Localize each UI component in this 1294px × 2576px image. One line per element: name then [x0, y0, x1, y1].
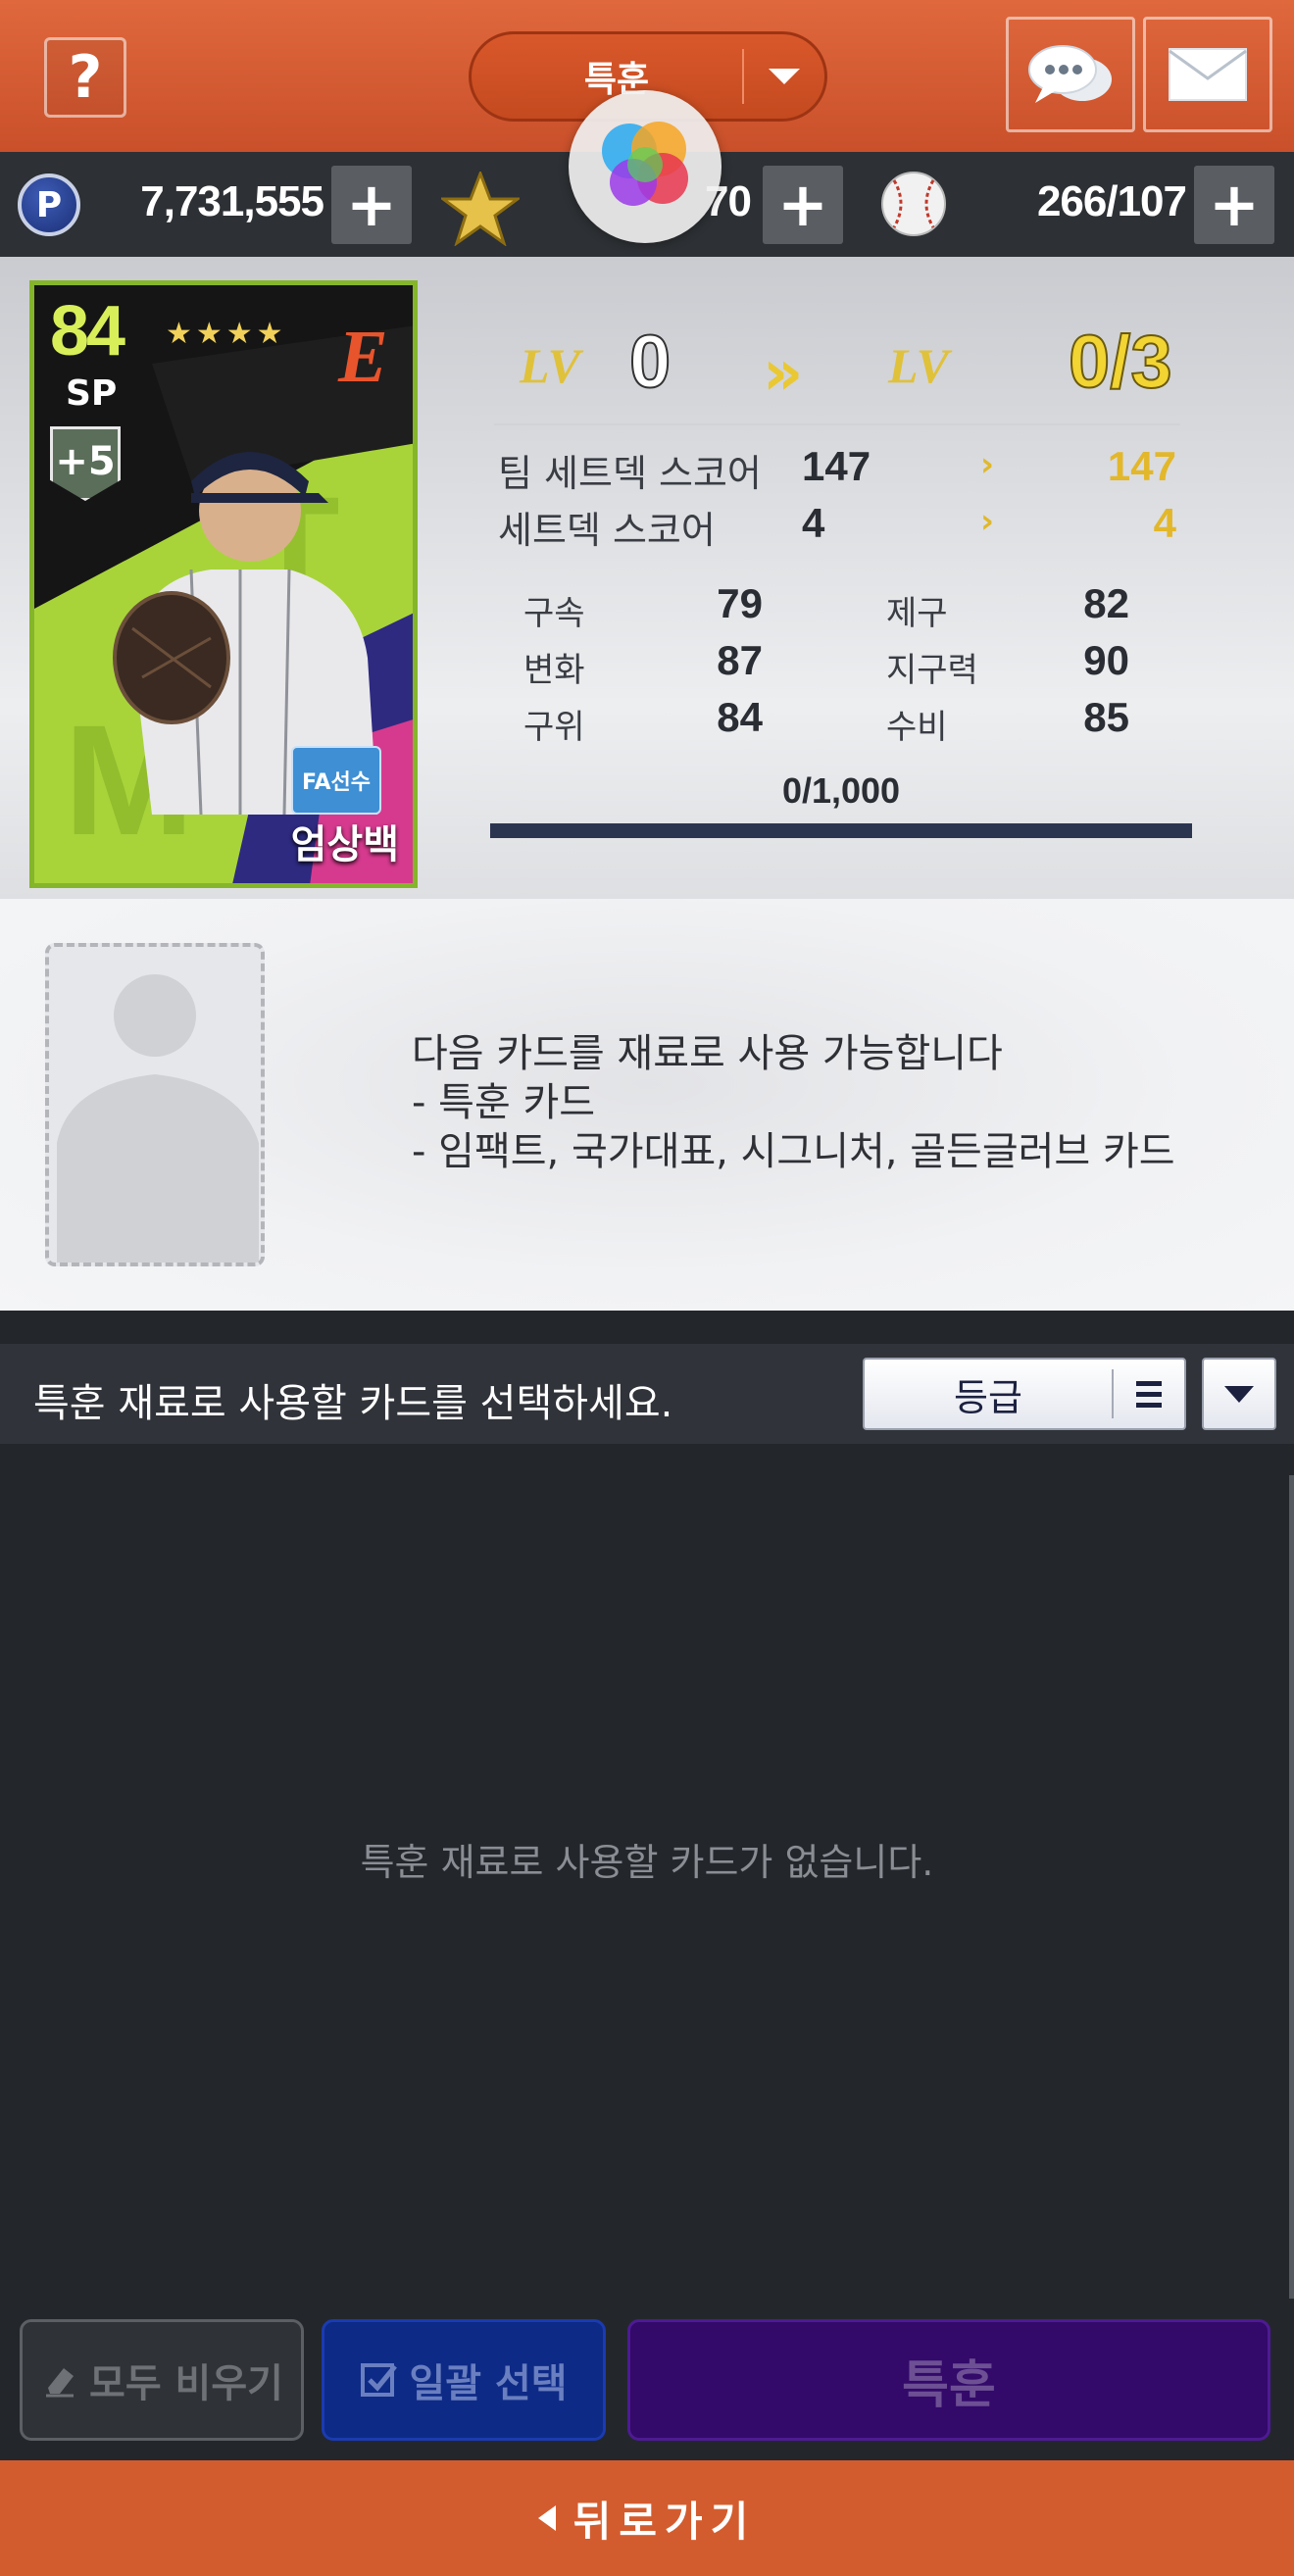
stat-label-movement: 변화: [523, 651, 585, 690]
eraser-icon: [46, 2368, 75, 2398]
material-desc-line: - 특훈 카드: [412, 1080, 596, 1125]
player-name: 엄상백: [290, 822, 399, 867]
card-position: SP: [66, 373, 118, 414]
card-stars: ★★★★: [166, 317, 287, 351]
level-next: 0/3: [1068, 320, 1173, 405]
sort-label: 등급: [954, 1375, 1022, 1419]
material-desc-line: 다음 카드를 재료로 사용 가능합니다: [412, 1031, 1003, 1076]
exp-progress-bar: [490, 823, 1192, 838]
mail-icon: [1169, 48, 1247, 101]
mail-button[interactable]: [1143, 17, 1272, 132]
setdeck-next: 4: [1153, 500, 1176, 546]
footer-bar: 뒤로가기: [0, 2460, 1294, 2576]
back-button[interactable]: 뒤로가기: [0, 2460, 1294, 2576]
chat-button[interactable]: [1006, 17, 1135, 132]
stat-value-velocity: 79: [717, 580, 763, 626]
stat-value-stuff: 84: [717, 694, 763, 740]
back-arrow-icon: [537, 2505, 556, 2531]
exp-progress-text: 0/1,000: [781, 770, 901, 811]
empty-player-silhouette-icon: [57, 974, 259, 1263]
select-hint-text: 특훈 재료로 사용할 카드를 선택하세요.: [33, 1381, 673, 1426]
score-arrow-icon: ›: [980, 445, 995, 484]
chevron-down-icon: [1224, 1385, 1254, 1403]
material-card-list[interactable]: 특훈 재료로 사용할 카드가 없습니다.: [0, 1444, 1294, 2304]
action-bar: 모두 비우기 일괄 선택 특훈: [0, 2304, 1294, 2460]
colorful-bubble-icon: [602, 122, 688, 206]
baseball-icon: [881, 172, 946, 236]
material-slot[interactable]: [45, 943, 265, 1266]
back-label: 뒤로가기: [572, 2497, 757, 2546]
train-button[interactable]: 특훈: [627, 2319, 1270, 2441]
add-stars-button[interactable]: +: [763, 166, 843, 244]
lv-next-tag: LV: [888, 338, 950, 393]
stat-value-defense: 85: [1083, 694, 1129, 740]
stat-label-stamina: 지구력: [886, 651, 978, 690]
sort-dropdown[interactable]: 등급: [863, 1358, 1186, 1430]
stat-value-movement: 87: [717, 637, 763, 683]
fa-badge: FA선수: [291, 746, 381, 815]
level-divider: [494, 423, 1180, 425]
stat-label-defense: 수비: [886, 708, 948, 747]
team-setdeck-next: 147: [1107, 443, 1176, 489]
bulk-select-button[interactable]: 일괄 선택: [322, 2319, 606, 2441]
list-icon: [1114, 1380, 1184, 1408]
team-logo: E: [338, 316, 388, 398]
chevron-down-icon: [744, 69, 824, 84]
floating-assistant-bubble[interactable]: [569, 90, 722, 243]
point-coin-icon: P: [18, 173, 80, 236]
points-value: 7,731,555: [140, 177, 324, 225]
material-desc-line: - 임팩트, 국가대표, 시그니처, 골든글러브 카드: [412, 1129, 1175, 1174]
level-arrow-icon: »: [763, 337, 804, 410]
sort-direction-button[interactable]: [1202, 1358, 1276, 1430]
clear-all-label: 모두 비우기: [89, 2361, 283, 2406]
help-button[interactable]: ?: [44, 37, 126, 118]
bulk-select-label: 일괄 선택: [409, 2361, 568, 2406]
card-overall: 84: [50, 292, 125, 371]
add-balls-button[interactable]: +: [1194, 166, 1274, 244]
stat-value-control: 82: [1083, 580, 1129, 626]
stat-label-control: 제구: [886, 594, 948, 633]
chat-icon: [1028, 45, 1112, 103]
material-panel: 다음 카드를 재료로 사용 가능합니다 - 특훈 카드 - 임팩트, 국가대표,…: [0, 899, 1294, 1311]
player-panel: M T 84 SP ★★★★ +5 E FA선수 엄상백 LV 0 » LV 0…: [0, 257, 1294, 899]
stat-label-stuff: 구위: [523, 708, 585, 747]
level-current: 0: [628, 320, 672, 405]
score-arrow-icon: ›: [980, 502, 995, 541]
team-setdeck-label: 팀 세트덱 스코어: [498, 452, 762, 495]
clear-all-button[interactable]: 모두 비우기: [20, 2319, 304, 2441]
material-description: 다음 카드를 재료로 사용 가능합니다 - 특훈 카드 - 임팩트, 국가대표,…: [412, 1029, 1175, 1176]
star-icon: [441, 172, 520, 246]
setdeck-current: 4: [802, 500, 825, 546]
player-card[interactable]: M T 84 SP ★★★★ +5 E FA선수 엄상백: [29, 280, 418, 888]
empty-list-message: 특훈 재료로 사용할 카드가 없습니다.: [360, 1841, 934, 1884]
stat-label-velocity: 구속: [523, 594, 585, 633]
checkbox-icon: [361, 2363, 398, 2397]
team-setdeck-current: 147: [802, 443, 871, 489]
material-select-bar: 특훈 재료로 사용할 카드를 선택하세요. 등급: [0, 1344, 1294, 1444]
add-points-button[interactable]: +: [331, 166, 412, 244]
stat-value-stamina: 90: [1083, 637, 1129, 683]
setdeck-label: 세트덱 스코어: [498, 509, 716, 552]
list-scrollbar[interactable]: [1289, 1475, 1294, 2299]
lv-current-tag: LV: [520, 338, 581, 393]
balls-value: 266/107: [1036, 177, 1187, 225]
